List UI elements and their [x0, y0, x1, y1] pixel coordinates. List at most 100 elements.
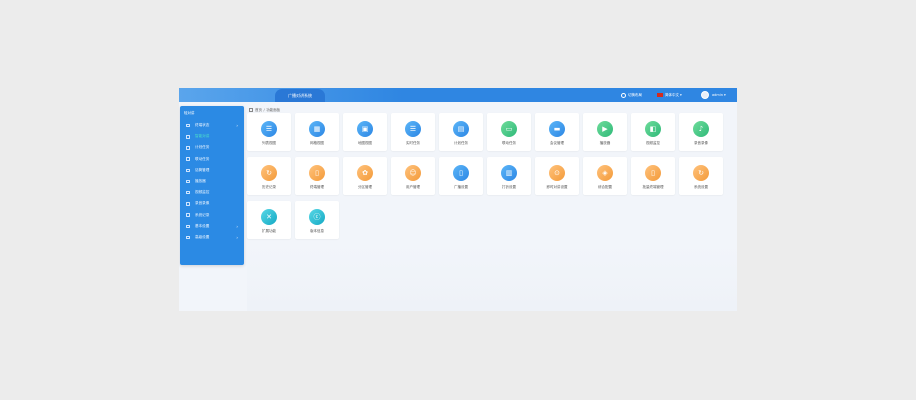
function-icon: ▯	[309, 165, 325, 181]
function-icon: ♪	[693, 121, 709, 137]
function-label: 录音录像	[694, 141, 708, 145]
sidebar-item-label: 高级设置	[195, 234, 210, 239]
sidebar-item[interactable]: 话筒管理	[180, 165, 244, 176]
function-icon: ⓒ	[309, 209, 325, 225]
function-icon: ▯	[453, 165, 469, 181]
layout-switch[interactable]: 切换布局	[621, 88, 642, 102]
sidebar-item[interactable]: 录音录像	[180, 198, 244, 209]
menu-icon	[186, 190, 190, 195]
function-icon: ⊙	[549, 165, 565, 181]
menu-icon	[186, 146, 190, 150]
function-tile[interactable]: ✿ 分区管理	[343, 157, 387, 195]
menu-icon	[186, 123, 190, 128]
menu-icon	[186, 213, 190, 217]
function-label: 计划任务	[454, 141, 468, 145]
function-icon: ▣	[357, 121, 373, 137]
language-select[interactable]: 简体中文 ▾	[657, 88, 682, 102]
language-label: 简体中文	[665, 92, 679, 97]
function-label: 广播设置	[454, 185, 468, 189]
function-label: 历史记录	[262, 185, 276, 189]
function-icon: ▥	[501, 165, 517, 181]
function-tile[interactable]: ☺ 用户管理	[391, 157, 435, 195]
function-icon: ◧	[645, 121, 661, 137]
menu-icon	[186, 202, 190, 206]
function-icon: ✕	[261, 209, 277, 225]
sidebar-item-label: 录音录像	[195, 201, 210, 206]
sidebar: 轻对讲 终端状态 › 智能对讲计划任务联动任务话筒管理播放器 视频监控录音录像系统记录…	[180, 106, 244, 265]
function-tile[interactable]: ↻ 系统设置	[679, 157, 723, 195]
function-tile[interactable]: ♪ 录音录像	[679, 113, 723, 151]
function-tile[interactable]: ▬ 会议管理	[535, 113, 579, 151]
top-bar: 广播对讲系统 切换布局 简体中文 ▾ admin ▾	[179, 88, 737, 102]
function-tile[interactable]: ▶ 播放器	[583, 113, 627, 151]
sidebar-item[interactable]: 高级设置 ›	[180, 232, 244, 243]
sidebar-item[interactable]: 计划任务	[180, 142, 244, 153]
sidebar-item[interactable]: 视频监控	[180, 187, 244, 198]
function-label: 播放器	[599, 141, 611, 145]
function-tile[interactable]: ▯ 批量终端管理	[631, 157, 675, 195]
function-label: 联动任务	[502, 141, 516, 145]
function-tile[interactable]: ☰ 列表视图	[247, 113, 291, 151]
sidebar-item-label: 计划任务	[195, 145, 210, 150]
function-icon: ☰	[405, 121, 421, 137]
avatar	[701, 91, 709, 99]
function-label: 系统设置	[694, 185, 708, 189]
function-icon: ▤	[453, 121, 469, 137]
sidebar-item[interactable]: 播放器	[180, 176, 244, 187]
sidebar-item-label: 话筒管理	[195, 167, 210, 172]
app-title: 广播对讲系统	[275, 89, 325, 102]
function-tile[interactable]: ◈ 综合配置	[583, 157, 627, 195]
function-icon: ▭	[501, 121, 517, 137]
breadcrumb-current: 功能面板	[266, 107, 281, 112]
function-tile[interactable]: ⊙ 即时对讲设置	[535, 157, 579, 195]
function-label: 列表视图	[262, 141, 276, 145]
function-icon: ✿	[357, 165, 373, 181]
function-label: 扩展功能	[262, 229, 276, 233]
function-icon: ▬	[549, 121, 565, 137]
username: admin	[712, 93, 723, 97]
function-icon: ☺	[405, 165, 421, 181]
function-tile[interactable]: ▦ 网格视图	[295, 113, 339, 151]
home-icon	[249, 108, 253, 112]
function-tile[interactable]: ▯ 广播设置	[439, 157, 483, 195]
sidebar-header: 轻对讲	[184, 110, 195, 115]
function-tile[interactable]: ☰ 实时任务	[391, 113, 435, 151]
user-menu[interactable]: admin ▾	[701, 88, 726, 102]
sidebar-item[interactable]: 联动任务	[180, 154, 244, 165]
function-label: 终端管理	[310, 185, 324, 189]
function-tile[interactable]: ▥ 打铃设置	[487, 157, 531, 195]
function-label: 会议管理	[550, 141, 564, 145]
function-label: 地图视图	[358, 141, 372, 145]
function-tile[interactable]: ✕ 扩展功能	[247, 201, 291, 239]
function-tile[interactable]: ◧ 视频监控	[631, 113, 675, 151]
function-tile[interactable]: ↻ 历史记录	[247, 157, 291, 195]
function-label: 即时对讲设置	[546, 185, 568, 189]
function-label: 视频监控	[646, 141, 660, 145]
function-tile[interactable]: ▣ 地图视图	[343, 113, 387, 151]
content-background	[247, 243, 737, 311]
sidebar-item[interactable]: 终端状态 ›	[180, 120, 244, 131]
menu-icon	[186, 168, 190, 173]
chevron-down-icon: ▾	[680, 93, 682, 97]
function-tile[interactable]: ▤ 计划任务	[439, 113, 483, 151]
sidebar-item-label: 终端状态	[195, 123, 210, 128]
chevron-right-icon: ›	[236, 234, 238, 240]
chevron-right-icon: ›	[236, 123, 238, 129]
function-tile[interactable]: ⓒ 版本信息	[295, 201, 339, 239]
menu-icon	[186, 157, 190, 161]
function-label: 用户管理	[406, 185, 420, 189]
function-label: 打铃设置	[502, 185, 516, 189]
function-tile[interactable]: ▭ 联动任务	[487, 113, 531, 151]
sidebar-item-label: 基本设置	[195, 223, 210, 228]
breadcrumb-home[interactable]: 首页	[255, 108, 262, 113]
sidebar-item-label: 联动任务	[195, 156, 210, 161]
sidebar-item[interactable]: 基本设置 ›	[180, 221, 244, 232]
function-tile[interactable]: ▯ 终端管理	[295, 157, 339, 195]
function-icon: ▯	[645, 165, 661, 181]
function-icon: ☰	[261, 121, 277, 137]
app-window: 广播对讲系统 切换布局 简体中文 ▾ admin ▾ 轻对讲 终端状态 › 智能对讲…	[179, 88, 737, 311]
sidebar-item-label: 智能对讲	[195, 134, 210, 139]
sidebar-item[interactable]: 智能对讲	[180, 131, 244, 142]
menu-icon	[186, 224, 190, 229]
sidebar-item[interactable]: 系统记录	[180, 210, 244, 221]
